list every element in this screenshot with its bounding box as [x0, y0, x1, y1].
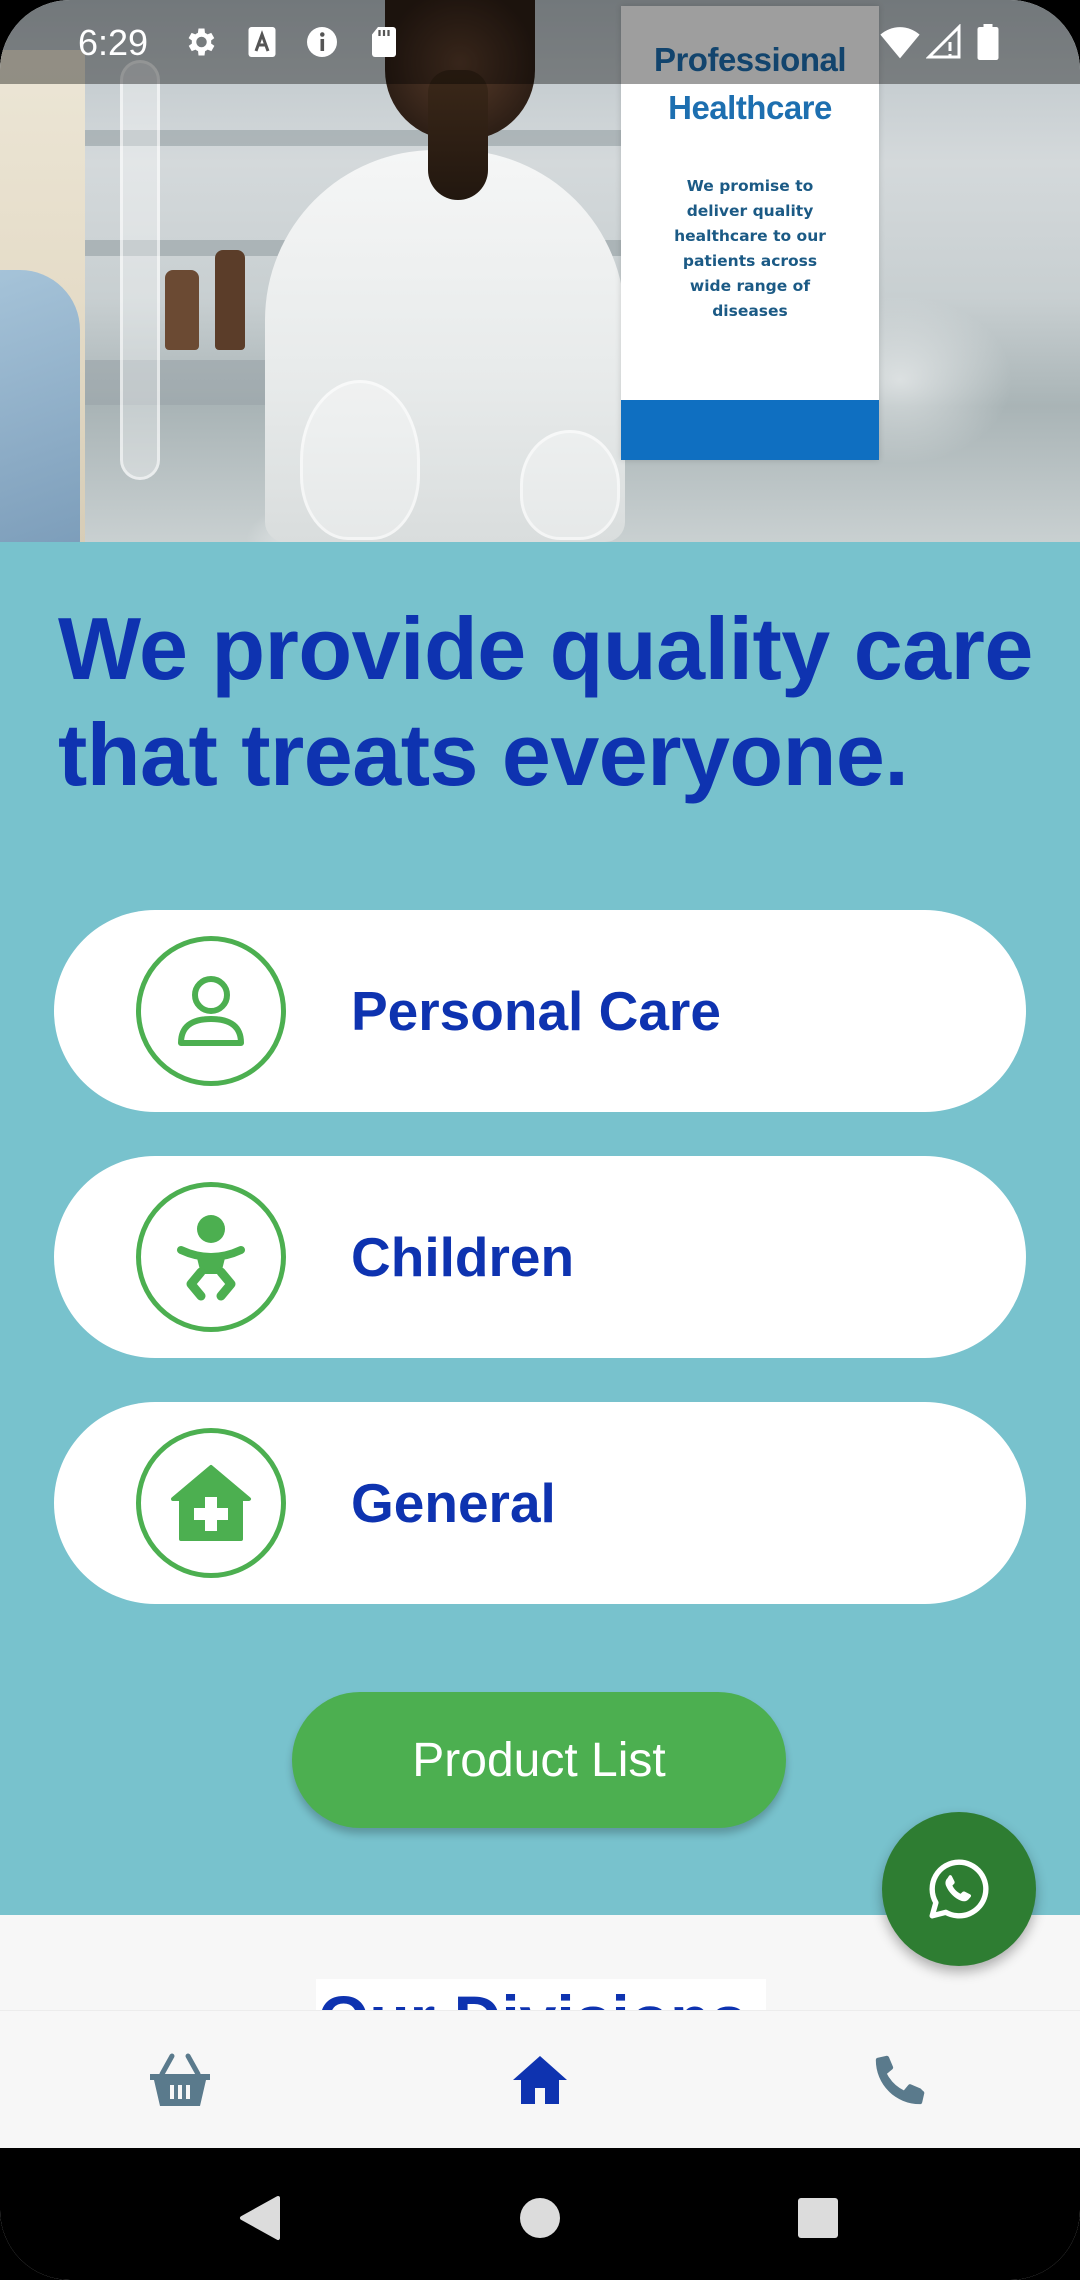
status-bar: 6:29	[0, 0, 1080, 84]
promo-title-line2: Healthcare	[668, 89, 832, 126]
battery-icon	[977, 24, 999, 60]
gear-icon	[188, 28, 215, 56]
services-section: We provide quality care that treats ever…	[0, 542, 1080, 1915]
whatsapp-icon	[929, 1859, 989, 1919]
category-general-button[interactable]: General	[54, 1402, 1026, 1604]
nav-basket[interactable]	[138, 2038, 222, 2122]
lab-shelf	[85, 130, 645, 146]
left-wall	[0, 50, 85, 542]
headline-line1: We provide quality care	[58, 599, 1033, 698]
promo-bar	[621, 400, 879, 460]
person-icon	[136, 936, 286, 1086]
nav-home[interactable]	[498, 2038, 582, 2122]
info-icon	[307, 27, 337, 57]
scientist-hair	[428, 70, 488, 200]
nav-phone[interactable]	[858, 2038, 942, 2122]
promo-text: We promise to deliver quality healthcare…	[674, 177, 826, 320]
phone-icon	[875, 2055, 925, 2105]
signal-icon	[926, 24, 961, 59]
glass-flask	[300, 380, 420, 540]
headline: We provide quality care that treats ever…	[58, 596, 1038, 808]
headline-line2: that treats everyone.	[58, 705, 909, 804]
glass-rod	[120, 60, 160, 480]
basket-icon	[150, 2053, 210, 2106]
category-label: Personal Care	[351, 980, 721, 1042]
a-text-icon	[248, 27, 276, 57]
home-circle-icon	[520, 2198, 560, 2238]
category-label: General	[351, 1472, 556, 1534]
home-icon	[513, 2056, 567, 2104]
system-navigation-bar	[0, 2148, 1080, 2280]
divisions-title-text: Our Divisions	[318, 1981, 747, 2010]
system-back-button[interactable]	[230, 2188, 290, 2248]
category-label: Children	[351, 1226, 575, 1288]
product-list-button[interactable]: Product List	[292, 1692, 786, 1828]
system-home-button[interactable]	[510, 2188, 570, 2248]
wifi-icon	[880, 27, 920, 59]
baby-icon	[136, 1182, 286, 1332]
blue-fabric	[0, 270, 80, 542]
divisions-title: Our Divisions	[316, 1979, 766, 2010]
back-triangle-icon	[240, 2196, 280, 2240]
glass-flask	[520, 430, 620, 540]
bottom-navigation	[0, 2010, 1080, 2148]
recents-square-icon	[798, 2198, 838, 2238]
status-time: 6:29	[78, 22, 149, 63]
bottle	[165, 270, 199, 350]
whatsapp-button[interactable]	[882, 1812, 1036, 1966]
category-personal-care-button[interactable]: Personal Care	[54, 910, 1026, 1112]
medical-house-icon	[136, 1428, 286, 1578]
sd-card-icon	[372, 27, 396, 57]
system-recents-button[interactable]	[788, 2188, 848, 2248]
bottle	[215, 250, 245, 350]
app-screen: Professional Healthcare We promise to de…	[0, 0, 1080, 2280]
category-children-button[interactable]: Children	[54, 1156, 1026, 1358]
